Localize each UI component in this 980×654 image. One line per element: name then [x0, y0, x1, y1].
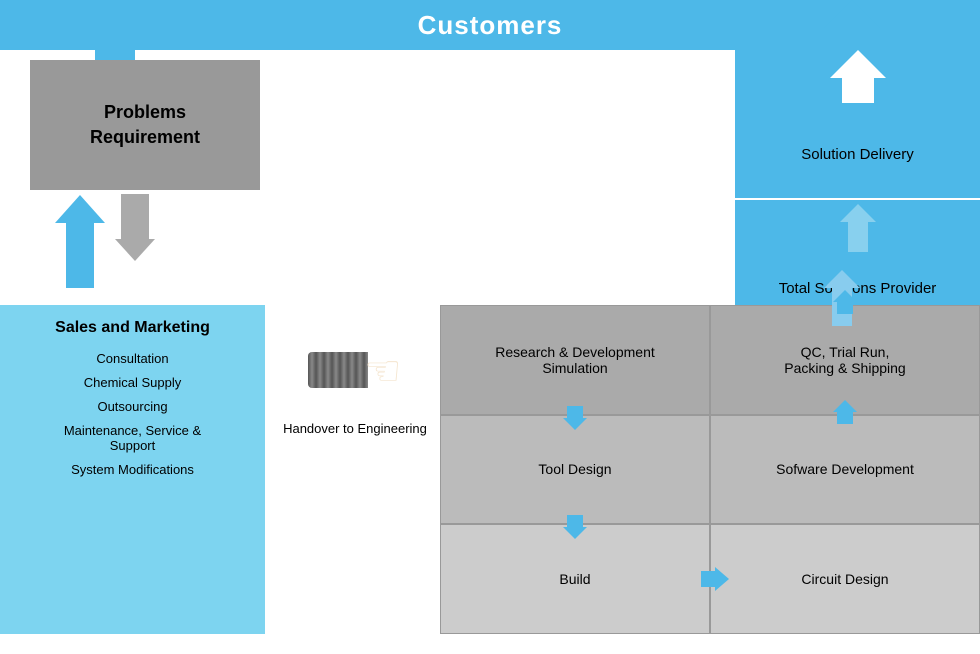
customers-title: Customers	[418, 10, 563, 41]
solution-delivery-label: Solution Delivery	[801, 146, 914, 163]
cell-qc-label: QC, Trial Run,Packing & Shipping	[784, 344, 905, 376]
arrow-software-up	[833, 400, 857, 424]
cell-software: Sofware Development	[710, 415, 980, 525]
cell-rd: Research & DevelopmentSimulation	[440, 305, 710, 415]
cell-build: Build	[440, 524, 710, 634]
solution-delivery: Solution Delivery	[735, 110, 980, 200]
problems-box: ProblemsRequirement	[30, 60, 260, 190]
arrow-tool-down	[563, 515, 587, 539]
sales-panel: Sales and Marketing Consultation Chemica…	[0, 305, 265, 634]
cell-circuit-label: Circuit Design	[801, 571, 888, 587]
cell-tool-label: Tool Design	[538, 461, 611, 477]
handover-hand-icon: ☞	[265, 320, 445, 420]
arrow-build-right	[701, 567, 729, 591]
cell-tool: Tool Design	[440, 415, 710, 525]
problems-label: ProblemsRequirement	[90, 100, 200, 150]
arrow-problems-down	[115, 194, 155, 261]
cell-build-label: Build	[559, 571, 590, 587]
sales-item-consultation: Consultation	[96, 351, 168, 366]
pointing-hand-icon: ☞	[364, 346, 402, 395]
sleeve-icon	[308, 352, 368, 388]
handover-label: Handover to Engineering	[265, 420, 445, 438]
engineering-grid: Research & DevelopmentSimulation QC, Tri…	[440, 305, 980, 634]
cell-software-label: Sofware Development	[776, 461, 914, 477]
arrow-sales-up	[55, 195, 105, 288]
sales-item-maintenance: Maintenance, Service &Support	[64, 423, 201, 453]
cell-circuit: Circuit Design	[710, 524, 980, 634]
sales-item-outsourcing: Outsourcing	[97, 399, 167, 414]
sales-item-chemical: Chemical Supply	[84, 375, 182, 390]
sales-title: Sales and Marketing	[55, 319, 210, 337]
cell-rd-label: Research & DevelopmentSimulation	[495, 344, 655, 376]
arrow-qc-up	[833, 290, 857, 314]
sales-item-system-mod: System Modifications	[71, 462, 194, 477]
arrow-top-right	[824, 0, 880, 50]
arrow-rd-down	[563, 406, 587, 430]
